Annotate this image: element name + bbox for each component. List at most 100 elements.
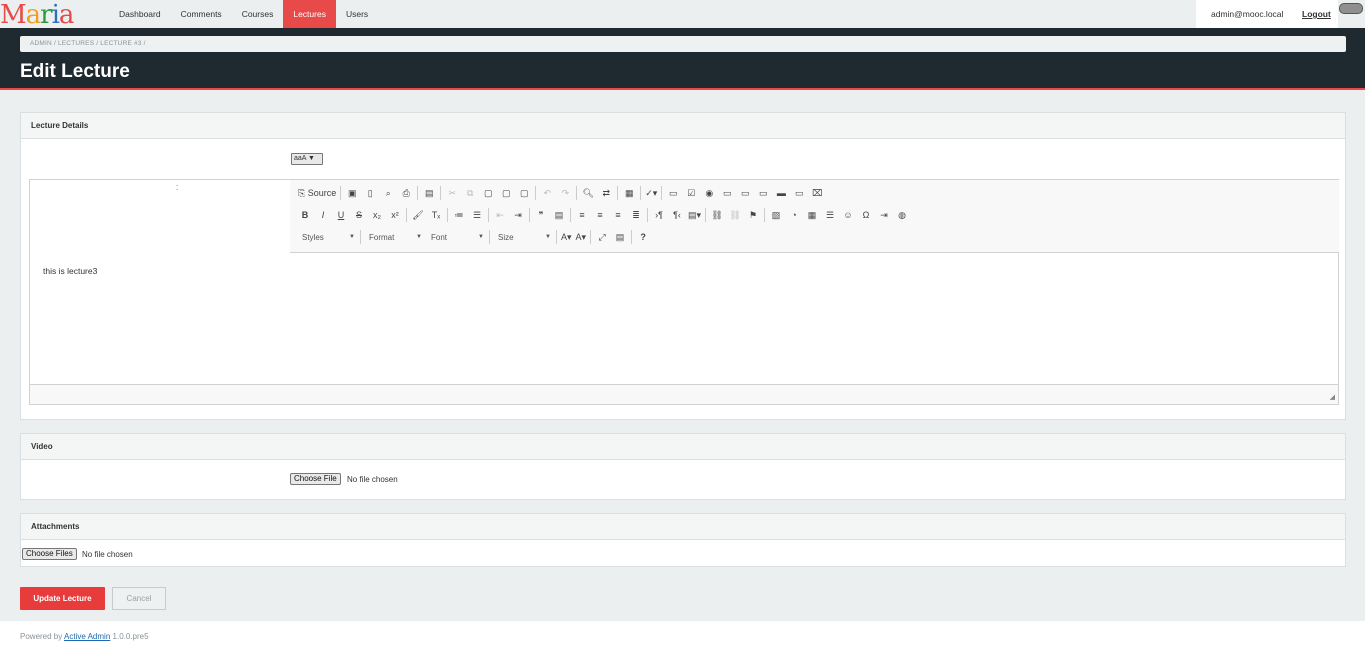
align-left-icon[interactable]: ≡ [573, 206, 591, 224]
numbered-list-icon[interactable]: ≔ [450, 206, 468, 224]
styles-combo[interactable]: Styles ▼ [296, 229, 358, 245]
outdent-icon[interactable]: ⇤ [491, 206, 509, 224]
spellcheck-icon[interactable]: ✓▾ [643, 184, 659, 202]
toolbar-row-2: B I U S x₂ x² 🖌︎ Tₓ ≔ ☰ ⇤ ⇥ ❞ ▤ ≡ ≡ ≡ ≣ … [296, 205, 911, 225]
templates-icon[interactable]: ▤ [420, 184, 438, 202]
ltr-icon[interactable]: ›¶ [650, 206, 668, 224]
page-break-icon[interactable]: ⇥ [875, 206, 893, 224]
paste-icon[interactable]: ▢ [479, 184, 497, 202]
language-icon[interactable]: ▤▾ [686, 206, 703, 224]
cancel-button[interactable]: Cancel [112, 587, 166, 610]
chevron-down-icon: ▼ [349, 234, 355, 240]
align-justify-icon[interactable]: ≣ [627, 206, 645, 224]
copy-format-icon[interactable]: 🖌︎ [409, 206, 427, 224]
form-icon[interactable]: ▭ [664, 184, 682, 202]
active-admin-link[interactable]: Active Admin [64, 632, 110, 641]
textarea-icon[interactable]: ▭ [736, 184, 754, 202]
chevron-down-icon: ▼ [545, 234, 551, 240]
bulleted-list-icon[interactable]: ☰ [468, 206, 486, 224]
subscript-icon[interactable]: x₂ [368, 206, 386, 224]
update-lecture-button[interactable]: Update Lecture [20, 587, 105, 610]
radio-icon[interactable]: ◉ [700, 184, 718, 202]
nav-users[interactable]: Users [336, 0, 378, 28]
source-label: Source [307, 188, 337, 198]
image-icon[interactable]: ▧ [767, 206, 785, 224]
save-icon[interactable]: ▣ [343, 184, 361, 202]
replace-icon[interactable]: ⇄ [597, 184, 615, 202]
format-combo[interactable]: Format ▼ [363, 229, 425, 245]
horizontal-rule-icon[interactable]: ☰ [821, 206, 839, 224]
logout-link[interactable]: Logout [1302, 0, 1331, 29]
indent-icon[interactable]: ⇥ [509, 206, 527, 224]
version-text: 1.0.0.pre5 [112, 632, 149, 641]
copy-icon[interactable]: ⧉ [461, 184, 479, 202]
paste-text-icon[interactable]: ▢ [497, 184, 515, 202]
attachments-choose-files-button[interactable]: Choose Files [22, 548, 77, 560]
italic-icon[interactable]: I [314, 206, 332, 224]
select-field-icon[interactable]: ▭ [754, 184, 772, 202]
toolbar-separator [489, 230, 490, 244]
toolbar-separator [440, 186, 442, 200]
hidden-field-icon[interactable]: ⌧ [808, 184, 826, 202]
bg-color-icon[interactable]: A▾ [574, 228, 589, 246]
anchor-icon[interactable]: ⚑ [744, 206, 762, 224]
button-field-icon[interactable]: ▬ [772, 184, 790, 202]
smiley-icon[interactable]: ☺ [839, 206, 857, 224]
undo-icon[interactable]: ↶ [538, 184, 556, 202]
remove-format-icon[interactable]: Tₓ [427, 206, 445, 224]
underline-icon[interactable]: U [332, 206, 350, 224]
font-combo[interactable]: Font ▼ [425, 229, 487, 245]
superscript-icon[interactable]: x² [386, 206, 404, 224]
strike-icon[interactable]: S [350, 206, 368, 224]
blockquote-icon[interactable]: ❞ [532, 206, 550, 224]
paste-word-icon[interactable]: ▢ [515, 184, 533, 202]
show-blocks-icon[interactable]: ▤ [611, 228, 629, 246]
bold-icon[interactable]: B [296, 206, 314, 224]
site-logo[interactable]: Maria [0, 0, 74, 30]
text-color-icon[interactable]: A▾ [559, 228, 574, 246]
select-all-icon[interactable]: ▦ [620, 184, 638, 202]
toolbar-separator [576, 186, 578, 200]
new-page-icon[interactable]: ▯ [361, 184, 379, 202]
toolbar-separator [590, 230, 592, 244]
print-icon[interactable]: ⎙ [397, 184, 415, 202]
image-button-icon[interactable]: ▭ [790, 184, 808, 202]
panel-heading: Attachments [21, 514, 1345, 540]
align-center-icon[interactable]: ≡ [591, 206, 609, 224]
div-container-icon[interactable]: ▤ [550, 206, 568, 224]
nav-comments[interactable]: Comments [171, 0, 232, 28]
rich-text-editor: ⁚ ⎘ Source ▣ ▯ ⌕ ⎙ ▤ ✂ ⧉ ▢ ▢ ▢ ↶ ↷ 🔍︎ ⇄ … [29, 179, 1339, 405]
toolbar-separator [647, 208, 648, 222]
user-email[interactable]: admin@mooc.local [1211, 0, 1283, 29]
size-combo[interactable]: Size ▼ [492, 229, 554, 245]
font-size-select[interactable]: aaA ▼ [291, 153, 323, 165]
link-icon[interactable]: ⛓ [708, 206, 726, 224]
resize-handle-icon[interactable]: ◢ [1330, 393, 1335, 401]
preview-icon[interactable]: ⌕ [379, 184, 397, 202]
redo-icon[interactable]: ↷ [556, 184, 574, 202]
lecture-details-panel: Lecture Details aaA ▼ ⁚ ⎘ Source ▣ ▯ ⌕ ⎙… [20, 112, 1346, 420]
special-char-icon[interactable]: Ω [857, 206, 875, 224]
checkbox-icon[interactable]: ☑ [682, 184, 700, 202]
nav-courses[interactable]: Courses [232, 0, 284, 28]
editor-content[interactable]: this is lecture3 [43, 266, 97, 276]
breadcrumb[interactable]: ADMIN / LECTURES / LECTURE #3 / [20, 36, 1346, 52]
toggle-switch[interactable] [1339, 3, 1363, 14]
maximize-icon[interactable]: ⤢ [593, 228, 611, 246]
help-icon[interactable]: ? [634, 228, 652, 246]
rtl-icon[interactable]: ¶‹ [668, 206, 686, 224]
cut-icon[interactable]: ✂ [443, 184, 461, 202]
align-right-icon[interactable]: ≡ [609, 206, 627, 224]
find-icon[interactable]: 🔍︎ [579, 184, 597, 202]
toolbar-separator [535, 186, 537, 200]
video-choose-file-button[interactable]: Choose File [290, 473, 341, 485]
source-button[interactable]: ⎘ Source [296, 184, 338, 202]
flash-icon[interactable]: ◔ [785, 206, 803, 224]
unlink-icon[interactable]: ⛓ [726, 206, 744, 224]
iframe-icon[interactable]: ◍ [893, 206, 911, 224]
nav-dashboard[interactable]: Dashboard [109, 0, 171, 28]
logo-letter: a [58, 0, 74, 30]
nav-lectures[interactable]: Lectures [283, 0, 336, 28]
textfield-icon[interactable]: ▭ [718, 184, 736, 202]
table-icon[interactable]: ▦ [803, 206, 821, 224]
